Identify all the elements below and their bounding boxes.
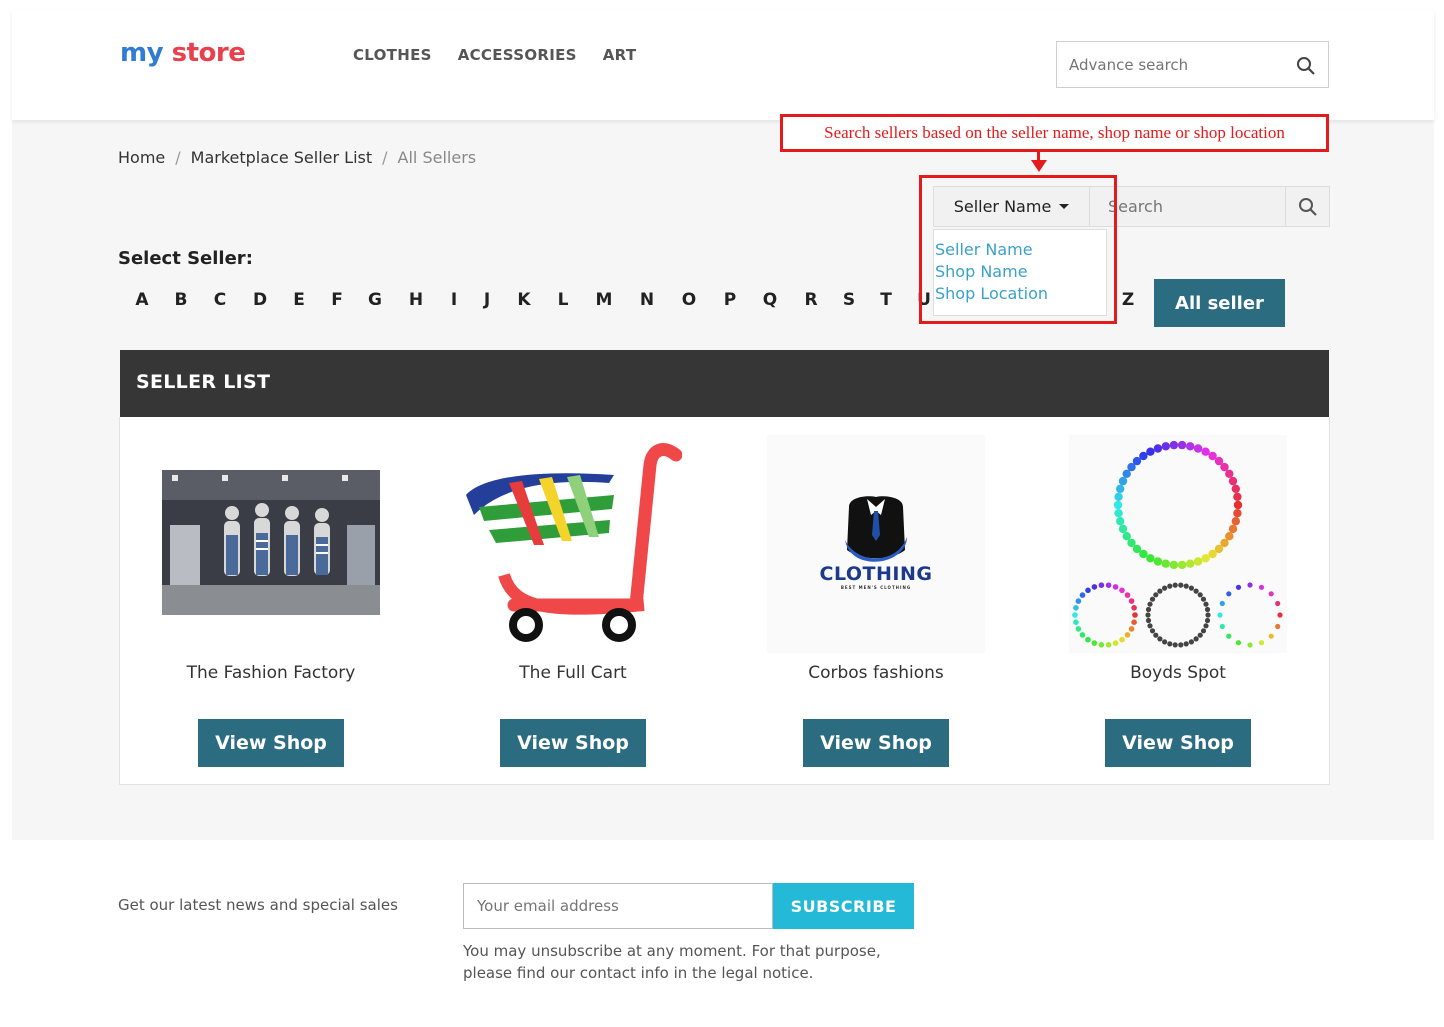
search-icon[interactable] (1296, 56, 1316, 80)
annotation-arrow-head (1031, 160, 1047, 172)
view-shop-button[interactable]: View Shop (803, 719, 949, 767)
letter-filter-m[interactable]: M (593, 290, 615, 310)
store-mannequins-image (162, 435, 380, 653)
subscribe-button[interactable]: SUBSCRIBE (773, 883, 914, 929)
annotation-callout: Search sellers based on the seller name,… (780, 114, 1329, 152)
letter-filter-s[interactable]: S (838, 290, 860, 310)
dropdown-option-shop-location[interactable]: Shop Location (935, 283, 1106, 305)
unsubscribe-notice: You may unsubscribe at any moment. For t… (463, 942, 881, 982)
letter-filter-n[interactable]: N (636, 290, 658, 310)
seller-search-bar: Seller Name (933, 186, 1330, 227)
seller-list: The Fashion Factory View Shop The Full C… (119, 417, 1330, 785)
letter-filter-c[interactable]: C (209, 290, 231, 310)
dotted-circles-logo (1072, 440, 1283, 648)
seller-thumbnail[interactable]: CLOTHING BEST MEN'S CLOTHING (767, 435, 985, 653)
site-header: my store CLOTHES ACCESSORIES ART (12, 10, 1434, 120)
breadcrumb-separator: / (175, 148, 181, 167)
clothing-logo-subtext: BEST MEN'S CLOTHING (840, 585, 912, 590)
seller-thumbnail[interactable] (162, 435, 380, 653)
dropdown-option-shop-name[interactable]: Shop Name (935, 261, 1106, 283)
letter-filter-o[interactable]: O (678, 290, 700, 310)
seller-search-input[interactable] (1090, 186, 1286, 227)
all-seller-button[interactable]: All seller (1154, 279, 1285, 327)
letter-filter-b[interactable]: B (170, 290, 192, 310)
letter-filter-j[interactable]: J (476, 290, 498, 310)
breadcrumb: Home / Marketplace Seller List / All Sel… (118, 148, 476, 167)
caret-down-icon (1059, 204, 1070, 209)
letter-filter-h[interactable]: H (405, 290, 427, 310)
seller-name: Boyds Spot (1130, 663, 1226, 683)
seller-thumbnail[interactable] (1069, 435, 1287, 653)
letter-filter-z[interactable]: Z (1117, 290, 1139, 310)
search-type-dropdown[interactable]: Seller Name (933, 186, 1090, 227)
nav-clothes[interactable]: CLOTHES (353, 46, 432, 64)
seller-card: CLOTHING BEST MEN'S CLOTHING Corbos fash… (767, 435, 985, 767)
breadcrumb-separator: / (382, 148, 388, 167)
select-seller-label: Select Seller: (118, 248, 253, 269)
letter-filter-t[interactable]: T (875, 290, 897, 310)
nav-art[interactable]: ART (603, 46, 637, 64)
letter-filter-r[interactable]: R (800, 290, 822, 310)
nav-accessories[interactable]: ACCESSORIES (458, 46, 577, 64)
advance-search-box (1056, 41, 1329, 88)
site-footer: Get our latest news and special sales SU… (12, 840, 1434, 1027)
page: my store CLOTHES ACCESSORIES ART Home / … (12, 10, 1434, 1027)
advance-search-input[interactable] (1057, 42, 1277, 87)
letter-filter-a[interactable]: A (131, 290, 153, 310)
letter-filter-e[interactable]: E (288, 290, 310, 310)
dropdown-option-seller-name[interactable]: Seller Name (935, 239, 1106, 261)
shopping-cart-logo (466, 443, 682, 642)
letter-filter-k[interactable]: K (513, 290, 535, 310)
letter-filter-d[interactable]: D (249, 290, 271, 310)
letter-filter-p[interactable]: P (719, 290, 741, 310)
breadcrumb-seller-list[interactable]: Marketplace Seller List (191, 148, 373, 167)
seller-card: The Fashion Factory View Shop (162, 435, 380, 767)
newsletter-email-box (463, 883, 773, 929)
clothing-logo-text: CLOTHING (819, 563, 933, 585)
clothing-suit-logo (845, 496, 907, 562)
store-logo[interactable]: my store (120, 38, 246, 68)
seller-search-button[interactable] (1286, 186, 1330, 227)
seller-list-title: SELLER LIST (120, 350, 1329, 417)
search-type-selected: Seller Name (953, 197, 1052, 216)
breadcrumb-home[interactable]: Home (118, 148, 165, 167)
annotation-text: Search sellers based on the seller name,… (824, 123, 1285, 142)
logo-my-text: my (120, 38, 164, 68)
view-shop-button[interactable]: View Shop (198, 719, 344, 767)
newsletter-email-input[interactable] (464, 884, 772, 928)
letter-filter-q[interactable]: Q (759, 290, 781, 310)
letter-filter-i[interactable]: I (443, 290, 465, 310)
letter-filter-u[interactable]: U (913, 290, 935, 310)
letter-filter-l[interactable]: L (552, 290, 574, 310)
logo-store-text: store (171, 38, 246, 68)
seller-name: Corbos fashions (808, 663, 944, 683)
view-shop-button[interactable]: View Shop (500, 719, 646, 767)
seller-name: The Fashion Factory (186, 663, 356, 683)
search-icon (1298, 197, 1317, 216)
search-type-menu: Seller Name Shop Name Shop Location (933, 229, 1107, 316)
seller-card: The Full Cart View Shop (464, 435, 682, 767)
newsletter-text: Get our latest news and special sales (118, 896, 398, 914)
main-nav: CLOTHES ACCESSORIES ART (353, 46, 636, 64)
seller-thumbnail[interactable] (464, 435, 682, 653)
breadcrumb-current: All Sellers (397, 148, 477, 167)
view-shop-button[interactable]: View Shop (1105, 719, 1251, 767)
seller-name: The Full Cart (519, 663, 627, 683)
letter-filter-g[interactable]: G (364, 290, 386, 310)
seller-card: Boyds Spot View Shop (1069, 435, 1287, 767)
letter-filter-f[interactable]: F (326, 290, 348, 310)
